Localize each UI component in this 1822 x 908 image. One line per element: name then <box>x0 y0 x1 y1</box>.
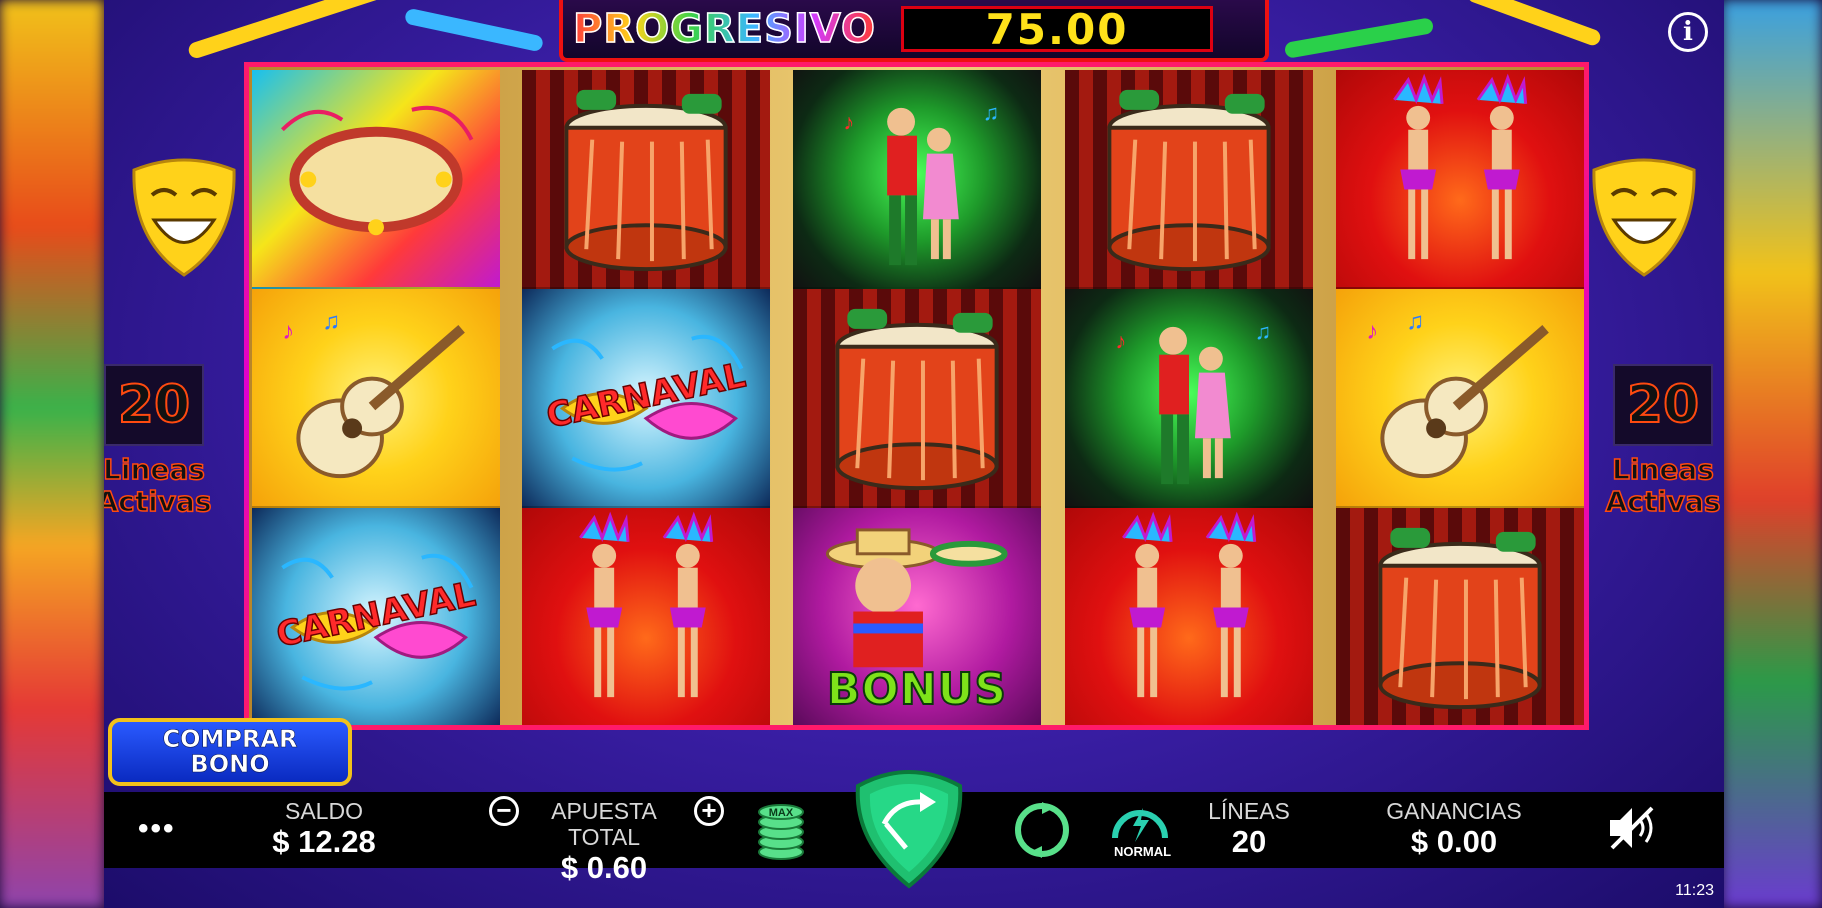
total-bet-display: APUESTA TOTAL $ 0.60 <box>519 798 689 886</box>
symbol-drum <box>1065 70 1313 289</box>
reel-grid: ♪ ♫ CARNAVAL CARNAVAL ♪ ♫ BONUS ♪ ♫ ♪ ♫ <box>244 62 1589 730</box>
svg-text:♫: ♫ <box>1255 319 1271 344</box>
saldo-value: $ 12.28 <box>272 824 376 859</box>
symbol-dancers <box>1065 508 1313 725</box>
symbol-drum <box>522 70 770 289</box>
reel-1: ♪ ♫ CARNAVAL <box>252 70 500 725</box>
symbol-dancers <box>1336 70 1584 289</box>
speed-label: NORMAL <box>1114 844 1172 859</box>
winnings-display: GANANCIAS $ 0.00 <box>1364 798 1544 860</box>
menu-button[interactable]: ••• <box>138 812 176 846</box>
symbol-bonus: BONUS <box>793 508 1041 725</box>
symbol-drum <box>793 289 1041 508</box>
jackpot-label: PROGRESIVO <box>572 5 877 53</box>
clock: 11:23 <box>1675 882 1714 899</box>
active-lines-count: 20 <box>1613 364 1713 446</box>
active-lines-panel-right: 20 Lineas Activas <box>1603 364 1723 518</box>
jackpot-value: 75.00 <box>901 5 1213 54</box>
buy-bonus-line1: COMPRAR <box>162 725 298 753</box>
lineas-label: LÍNEAS <box>1208 798 1290 824</box>
progressive-jackpot: PROGRESIVO 75.00 <box>559 0 1269 62</box>
buy-bonus-line2: BONO <box>190 750 270 778</box>
symbol-guitar: ♪ ♫ <box>252 289 500 508</box>
autoplay-icon[interactable] <box>1010 798 1074 862</box>
speed-gauge-icon[interactable] <box>1109 798 1171 848</box>
svg-text:♪: ♪ <box>1366 318 1378 345</box>
activas-word: Activas <box>1605 485 1722 519</box>
svg-text:♫: ♫ <box>983 100 999 125</box>
symbol-carnaval: CARNAVAL <box>252 508 500 725</box>
symbol-drum <box>1336 508 1584 725</box>
saldo-label: SALDO <box>285 798 363 824</box>
symbol-dancers <box>522 508 770 725</box>
svg-text:♫: ♫ <box>322 308 340 335</box>
activas-word: Activas <box>104 485 212 519</box>
decrease-bet-button[interactable]: − <box>489 796 519 826</box>
symbol-guitar: ♪ ♫ <box>1336 289 1584 508</box>
active-lines-label: Lineas Activas <box>104 453 214 519</box>
spin-button[interactable] <box>844 762 974 892</box>
svg-text:♪: ♪ <box>1115 329 1126 354</box>
svg-text:♫: ♫ <box>1406 308 1424 335</box>
symbol-carnaval: CARNAVAL <box>522 289 770 508</box>
comedy-mask-icon <box>1592 158 1696 277</box>
max-bet-coins-icon[interactable]: MAX <box>752 796 810 862</box>
max-label: MAX <box>769 807 794 819</box>
reel-2: CARNAVAL <box>522 70 770 725</box>
streamer-decoration <box>403 7 545 53</box>
apuesta-label: APUESTA TOTAL <box>551 798 657 850</box>
comedy-mask-icon <box>132 158 236 277</box>
svg-text:♪: ♪ <box>282 318 294 345</box>
svg-text:♪: ♪ <box>843 110 854 135</box>
bonus-word: BONUS <box>826 663 1008 716</box>
lines-word: Lineas <box>1611 453 1714 487</box>
lineas-value: 20 <box>1231 824 1267 859</box>
streamer-decoration <box>1465 0 1603 48</box>
info-button[interactable]: i <box>1668 12 1708 52</box>
increase-bet-button[interactable]: + <box>694 796 724 826</box>
lines-display: LÍNEAS 20 <box>1189 798 1309 860</box>
right-backdrop <box>1722 0 1822 908</box>
streamer-decoration <box>1283 17 1435 59</box>
active-lines-label: Lineas Activas <box>1603 453 1723 519</box>
symbol-dance: ♪ ♫ <box>793 70 1041 289</box>
sound-muted-icon[interactable] <box>1604 802 1660 854</box>
apuesta-value: $ 0.60 <box>560 850 648 885</box>
symbol-dance: ♪ ♫ <box>1065 289 1313 508</box>
streamer-decoration <box>186 0 392 61</box>
reel-5: ♪ ♫ <box>1336 70 1584 725</box>
reel-3: ♪ ♫ BONUS <box>793 70 1041 725</box>
lines-word: Lineas <box>104 453 206 487</box>
symbol-tambourine <box>252 70 500 289</box>
ganancias-value: $ 0.00 <box>1410 824 1498 859</box>
active-lines-panel-left: 20 Lineas Activas <box>104 364 214 518</box>
game-stage: PROGRESIVO 75.00 i 20 Lineas Activas 20 … <box>104 0 1724 908</box>
reel-4: ♪ ♫ <box>1065 70 1313 725</box>
buy-bonus-button[interactable]: COMPRAR BONO <box>108 718 352 786</box>
active-lines-count: 20 <box>104 364 204 446</box>
ganancias-label: GANANCIAS <box>1386 798 1522 824</box>
balance-display: SALDO $ 12.28 <box>234 798 414 860</box>
left-backdrop <box>0 0 104 908</box>
